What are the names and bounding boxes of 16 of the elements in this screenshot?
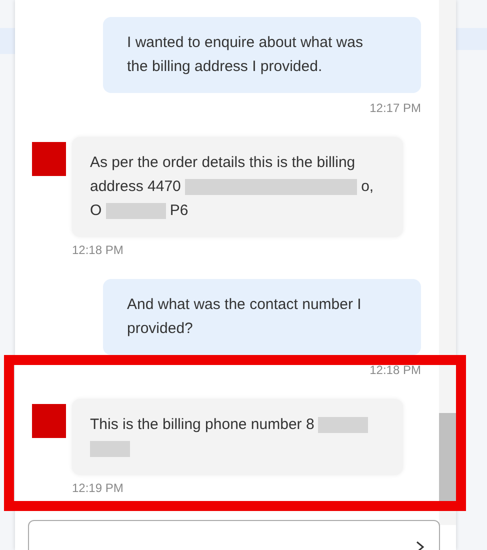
avatar — [32, 404, 66, 438]
background-band — [456, 28, 487, 50]
message-bubble: As per the order details this is the billing address 4470 o, O P6 — [72, 137, 403, 237]
timestamp: 12:19 PM — [72, 481, 124, 495]
scrollbar[interactable] — [439, 0, 456, 525]
message-bubble: And what was the contact number I provided? — [103, 279, 421, 355]
redacted-block — [90, 441, 130, 458]
timestamp: 12:17 PM — [370, 101, 421, 115]
timestamp: 12:18 PM — [72, 243, 124, 257]
send-icon[interactable] — [415, 541, 425, 550]
redacted-block — [106, 203, 166, 220]
avatar — [32, 142, 66, 176]
message-bubble: This is the billing phone number 8 — [72, 399, 403, 475]
timestamp: 12:18 PM — [370, 363, 421, 377]
redacted-block — [318, 417, 368, 434]
message-bubble: I wanted to enquire about what was the billing address I provided. — [103, 17, 421, 93]
